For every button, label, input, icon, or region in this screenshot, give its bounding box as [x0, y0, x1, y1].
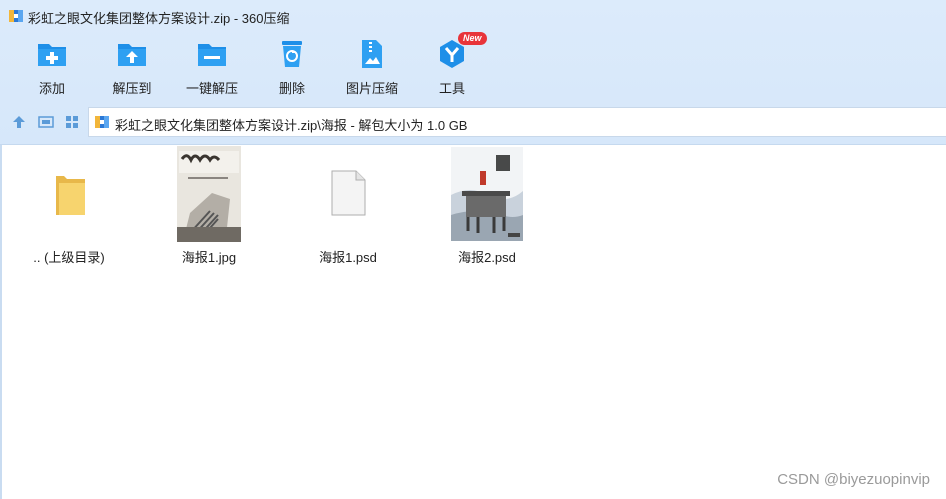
toolbar: 添加 解压到 一键解压 删除 图片压缩 New 工具: [0, 32, 946, 98]
address-bar[interactable]: 彩虹之眼文化集团整体方案设计.zip\海报 - 解包大小为 1.0 GB: [88, 107, 946, 137]
file-name: 海报1.jpg: [181, 250, 237, 265]
add-label: 添加: [38, 81, 65, 96]
trash-icon: [282, 41, 302, 67]
delete-button[interactable]: 删除: [252, 36, 332, 98]
extract-to-icon: [118, 44, 146, 66]
image-compress-label: 图片压缩: [345, 81, 398, 96]
archive-icon: [95, 116, 109, 128]
app-window: 彩虹之眼文化集团整体方案设计.zip - 360压缩 添加 解压到 一键解压 删…: [0, 0, 946, 499]
navigation-bar: 彩虹之眼文化集团整体方案设计.zip\海报 - 解包大小为 1.0 GB: [0, 104, 946, 140]
add-folder-icon: [38, 44, 66, 66]
file-item-parent[interactable]: .. (上级目录): [4, 145, 134, 270]
extract-to-button[interactable]: 解压到: [92, 36, 172, 98]
extract-to-label: 解压到: [112, 81, 152, 96]
add-button[interactable]: 添加: [12, 36, 92, 98]
one-click-extract-button[interactable]: 一键解压: [172, 36, 252, 98]
address-path: 彩虹之眼文化集团整体方案设计.zip\海报 - 解包大小为 1.0 GB: [115, 118, 468, 133]
pane-divider: [0, 145, 2, 499]
image-compress-button[interactable]: 图片压缩: [332, 36, 412, 98]
new-badge: New: [458, 32, 487, 45]
tools-button[interactable]: New 工具: [412, 32, 492, 98]
poster2-thumbnail: [451, 147, 523, 241]
archive-app-icon: [9, 10, 23, 22]
tools-label: 工具: [438, 81, 465, 96]
window-title: 彩虹之眼文化集团整体方案设计.zip - 360压缩: [28, 11, 290, 26]
watermark: CSDN @biyezuopinvip: [777, 471, 930, 488]
file-name: 海报1.psd: [319, 250, 377, 265]
poster1-thumbnail: [177, 146, 241, 242]
detail-view-icon[interactable]: [38, 114, 54, 130]
top-area: 彩虹之眼文化集团整体方案设计.zip - 360压缩 添加 解压到 一键解压 删…: [0, 0, 946, 145]
one-click-extract-icon: [198, 44, 226, 66]
one-click-extract-label: 一键解压: [185, 81, 238, 96]
file-name: .. (上级目录): [33, 250, 105, 265]
file-item-poster1-psd[interactable]: 海报1.psd: [283, 145, 413, 270]
document-icon: [331, 170, 366, 216]
file-item-poster1-jpg[interactable]: 海报1.jpg: [144, 145, 274, 270]
folder-icon: [56, 176, 85, 215]
file-list: .. (上级目录) 海报1.jpg 海报1.psd 海报2.psd CSDN @…: [0, 145, 946, 499]
thumbnail-view-icon[interactable]: [64, 114, 80, 130]
file-name: 海报2.psd: [458, 250, 516, 265]
file-item-poster2-psd[interactable]: 海报2.psd: [422, 145, 552, 270]
image-compress-icon: [362, 40, 382, 68]
up-arrow-icon[interactable]: [11, 114, 27, 130]
title-bar: 彩虹之眼文化集团整体方案设计.zip - 360压缩: [0, 0, 946, 32]
delete-label: 删除: [278, 81, 305, 96]
